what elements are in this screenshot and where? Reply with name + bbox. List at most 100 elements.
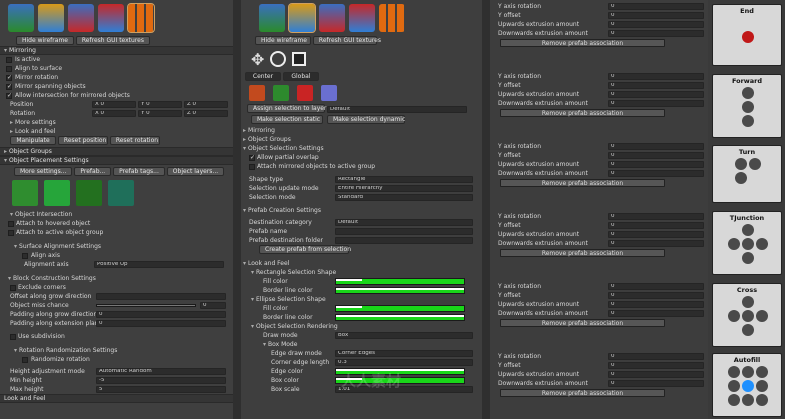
padding-ext-field[interactable]: 0 — [96, 320, 226, 327]
placement-settings-header[interactable]: ▾ Object Placement Settings — [0, 156, 240, 165]
object-miss-field[interactable]: 0 — [200, 302, 226, 309]
selection-settings-foldout[interactable]: ▾ Object Selection Settings — [241, 144, 482, 153]
prefab-row-field[interactable]: 0 — [608, 353, 704, 360]
remove-prefab-association-button[interactable]: Remove prefab association — [500, 319, 665, 327]
position-y-field[interactable]: Y 0 — [138, 101, 182, 108]
hide-wireframe-button[interactable]: Hide wireframe — [255, 36, 311, 45]
prefab-row-field[interactable]: 0 — [608, 152, 704, 159]
corner-length-field[interactable]: 0.3 — [335, 359, 473, 366]
attach-mirrored-checkbox[interactable] — [249, 163, 255, 170]
mirror-spanning-checkbox[interactable] — [6, 82, 12, 91]
prefab-row-field[interactable]: 0 — [608, 91, 704, 98]
selection-mode-dropdown[interactable]: Standard — [335, 194, 473, 201]
castle-select-icon[interactable] — [288, 3, 316, 33]
randomize-rotation-checkbox[interactable] — [22, 356, 28, 363]
grid-settings-icon[interactable] — [127, 3, 155, 33]
is-active-checkbox[interactable] — [6, 56, 12, 63]
prefab-row-field[interactable]: 0 — [608, 143, 704, 150]
decor-paint-icon[interactable] — [75, 180, 102, 206]
pivot-global-dropdown[interactable]: Global — [282, 72, 319, 81]
remove-prefab-association-button[interactable]: Remove prefab association — [500, 389, 665, 397]
prefab-creation-foldout[interactable]: ▾ Prefab Creation Settings — [241, 206, 482, 215]
castle-place-icon[interactable] — [8, 4, 34, 32]
remove-prefab-association-button[interactable]: Remove prefab association — [500, 179, 665, 187]
select-erase-icon[interactable] — [297, 85, 313, 101]
prefab-row-field[interactable]: 0 — [608, 82, 704, 89]
prefab-row-field[interactable]: 0 — [608, 292, 704, 299]
prefab-row-field[interactable]: 0 — [608, 161, 704, 168]
prefab-tags-button[interactable]: Prefab tags... — [113, 167, 165, 176]
refresh-gui-button[interactable]: Refresh GUI textures — [312, 36, 381, 45]
select-mixed-icon[interactable] — [321, 85, 337, 101]
edge-draw-dropdown[interactable]: Corner Edges — [335, 350, 473, 357]
attach-group-checkbox[interactable] — [8, 229, 14, 236]
hide-wireframe-button[interactable]: Hide wireframe — [16, 36, 74, 45]
castle-erase-icon[interactable] — [68, 4, 94, 32]
rotation-x-field[interactable]: X 0 — [92, 110, 136, 117]
prefab-row-field[interactable]: 0 — [608, 301, 704, 308]
prefab-row-field[interactable]: 0 — [608, 12, 704, 19]
min-height-field[interactable]: -5 — [96, 377, 226, 384]
look-feel-foldout[interactable]: ▾ Look and Feel — [241, 259, 482, 268]
use-subdivision-checkbox[interactable] — [10, 333, 16, 340]
shape-type-dropdown[interactable]: Rectangle — [335, 176, 473, 183]
manipulate-button[interactable]: Manipulate — [10, 136, 56, 145]
remove-prefab-association-button[interactable]: Remove prefab association — [500, 39, 665, 47]
rotation-z-field[interactable]: Z 0 — [184, 110, 228, 117]
remove-prefab-association-button[interactable]: Remove prefab association — [500, 249, 665, 257]
make-dynamic-button[interactable]: Make selection dynamic — [327, 115, 405, 124]
align-surface-checkbox[interactable] — [6, 65, 12, 72]
position-z-field[interactable]: Z 0 — [184, 101, 228, 108]
layer-dropdown[interactable]: Default — [327, 106, 467, 113]
allow-partial-checkbox[interactable] — [249, 153, 255, 162]
forward-card[interactable]: Forward — [712, 74, 782, 138]
alignment-axis-dropdown[interactable]: Positive Up — [94, 261, 224, 268]
look-feel-header[interactable]: Look and Feel — [0, 394, 240, 403]
autofill-card[interactable]: Autofill — [712, 353, 782, 417]
prefab-row-field[interactable]: 0 — [608, 310, 704, 317]
reset-position-button[interactable]: Reset position — [57, 136, 108, 145]
cross-card[interactable]: Cross — [712, 283, 782, 347]
scrollbar-middle[interactable] — [482, 0, 490, 419]
prefab-name-field[interactable] — [335, 228, 473, 235]
look-feel-foldout[interactable]: ▸ Look and feel — [0, 127, 240, 136]
draw-mode-dropdown[interactable]: Box — [335, 332, 473, 339]
exclude-corners-checkbox[interactable] — [10, 284, 16, 291]
dest-category-dropdown[interactable]: Default — [335, 219, 473, 226]
max-height-field[interactable]: 5 — [96, 386, 226, 393]
rect-fill-color[interactable] — [335, 278, 465, 285]
height-adjustment-dropdown[interactable]: Automatic Random — [96, 368, 226, 375]
prefab-row-field[interactable]: 0 — [608, 283, 704, 290]
scale-tool-icon[interactable] — [292, 52, 307, 66]
select-tree-icon[interactable] — [249, 85, 265, 101]
castle-refresh-icon[interactable] — [98, 4, 124, 32]
make-static-button[interactable]: Make selection static — [251, 115, 323, 124]
ellipse-border-color[interactable] — [335, 314, 465, 321]
turn-card[interactable]: Turn — [712, 145, 782, 203]
grid-settings-icon[interactable] — [379, 4, 405, 32]
remove-prefab-association-button[interactable]: Remove prefab association — [500, 109, 665, 117]
tree-brush-icon[interactable] — [12, 180, 38, 206]
position-x-field[interactable]: X 0 — [92, 101, 136, 108]
rotation-y-field[interactable]: Y 0 — [138, 110, 182, 117]
ellipse-fill-color[interactable] — [335, 305, 465, 312]
reset-rotation-button[interactable]: Reset rotation — [109, 136, 160, 145]
attach-hovered-checkbox[interactable] — [8, 220, 14, 227]
castle-erase-icon[interactable] — [319, 4, 345, 32]
more-settings-button[interactable]: More settings... — [14, 167, 73, 176]
more-settings-foldout[interactable]: ▸ More settings — [0, 118, 240, 127]
align-axis-checkbox[interactable] — [22, 252, 28, 259]
prefab-row-field[interactable]: 0 — [608, 21, 704, 28]
prefab-row-field[interactable]: 0 — [608, 213, 704, 220]
prefab-folder-field[interactable] — [335, 237, 473, 244]
update-mode-dropdown[interactable]: Entire Hierarchy — [335, 185, 473, 192]
prefab-row-field[interactable]: 0 — [608, 3, 704, 10]
prefab-button[interactable]: Prefab... — [74, 167, 112, 176]
prefab-row-field[interactable]: 0 — [608, 362, 704, 369]
mirroring-foldout[interactable]: ▸ Mirroring — [241, 126, 482, 135]
allow-intersection-checkbox[interactable] — [6, 91, 12, 100]
move-tool-icon[interactable]: ✥ — [251, 50, 264, 69]
scrollbar-left[interactable] — [233, 0, 241, 419]
end-card[interactable]: End — [712, 4, 782, 66]
mirror-rotation-checkbox[interactable] — [6, 73, 12, 82]
